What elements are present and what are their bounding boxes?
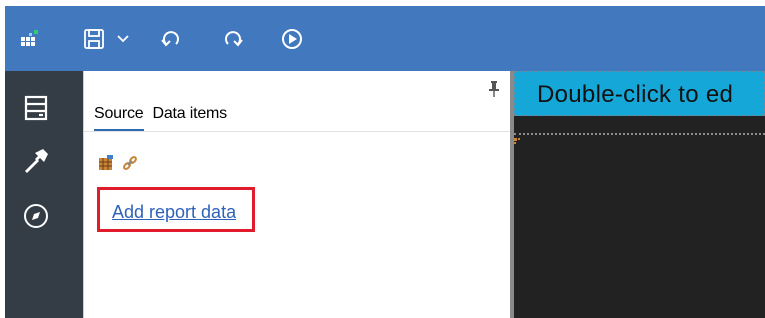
panel-tabs: Source Data items [94,104,227,132]
save-icon[interactable] [82,28,106,50]
tab-divider [84,131,511,132]
toolbox-hammer-icon[interactable] [21,146,51,176]
navigate-compass-icon[interactable] [21,201,51,231]
source-icons [98,155,138,176]
source-panel: Source Data items Add report data [83,71,511,318]
tab-data-items[interactable]: Data items [153,104,228,132]
tab-source[interactable]: Source [94,104,144,132]
add-report-data-link[interactable]: Add report data [112,202,236,222]
top-toolbar [5,6,765,71]
report-canvas[interactable]: Double-click to ed [514,71,765,318]
page-body-border [514,133,765,135]
report-title-placeholder: Double-click to ed [537,81,734,108]
report-title-block[interactable]: Double-click to ed [514,71,765,116]
run-icon[interactable] [280,28,304,50]
redo-icon[interactable] [220,28,246,50]
data-panel-icon[interactable] [21,93,51,123]
table-icon[interactable] [98,155,114,176]
undo-icon[interactable] [158,28,184,50]
chevron-down-icon[interactable] [116,28,130,50]
app-logo-icon[interactable] [19,28,43,50]
container-corner-icon [514,135,524,145]
pin-icon[interactable] [488,81,500,102]
left-nav-rail [5,71,83,318]
link-icon[interactable] [122,155,138,176]
add-report-data-highlight: Add report data [97,187,255,232]
